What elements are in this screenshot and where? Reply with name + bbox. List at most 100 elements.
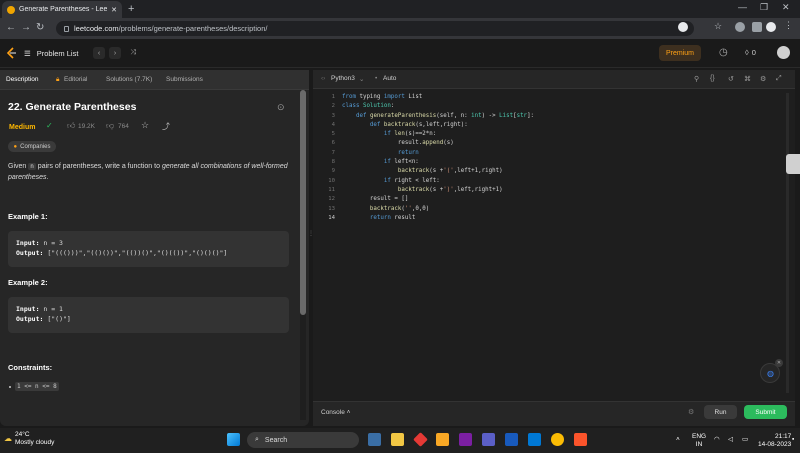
minimize-icon[interactable]: — (738, 2, 747, 12)
sidepanel-icon[interactable] (752, 22, 762, 32)
console-toggle[interactable]: Console ˄ (321, 409, 350, 416)
streak-counter[interactable]: ◊ 0 (745, 48, 756, 57)
menu-dots-icon[interactable]: ⋮ (784, 20, 794, 30)
brave-icon[interactable] (574, 433, 587, 446)
language-indicator[interactable]: ENG IN (692, 433, 706, 449)
extensions-icon[interactable] (735, 22, 745, 32)
companies-tag[interactable]: ● Companies (8, 141, 56, 152)
forward-icon[interactable]: → (21, 22, 31, 33)
output-label: Output: (16, 249, 44, 257)
scrollbar-thumb[interactable] (300, 90, 306, 315)
weather-widget[interactable]: ☁ 24°C Mostly cloudy (4, 431, 54, 447)
favorite-star-icon[interactable]: ☆ (141, 120, 149, 131)
side-notes-tab[interactable] (786, 154, 800, 174)
lang-secondary: IN (695, 441, 703, 448)
output-value: ["((()))","(()())","(())()","()(())","()… (47, 249, 228, 257)
avatar[interactable] (777, 46, 790, 59)
code-line: if right < left: (383, 177, 440, 184)
browser-tab[interactable]: Generate Parentheses - LeetCode ✕ (2, 1, 122, 18)
close-window-icon[interactable]: ✕ (782, 2, 790, 13)
shortcuts-icon[interactable]: ⌘ (744, 75, 751, 83)
input-label: Input: (16, 305, 40, 313)
wifi-icon[interactable]: ◠ (714, 436, 720, 444)
auto-bullet-icon: • (375, 75, 378, 82)
share-icon[interactable]: ⤴ (162, 121, 170, 132)
google-lens-icon[interactable] (678, 22, 688, 32)
notification-icon[interactable]: ▪ (792, 436, 794, 444)
constraint-code: 1 <= n <= 8 (15, 382, 59, 391)
tab-submissions[interactable]: Submissions (166, 76, 203, 83)
line-number: 9 (331, 168, 335, 175)
code-line: class Solution: (342, 103, 395, 110)
teams-icon[interactable] (482, 433, 495, 446)
store-icon[interactable] (459, 433, 472, 446)
solved-check-icon: ✓ (46, 121, 53, 130)
bookmark-icon[interactable]: ⚲ (694, 75, 699, 83)
vscode-icon[interactable] (528, 433, 541, 446)
word-icon[interactable] (505, 433, 518, 446)
tab-editorial[interactable]: Editorial (64, 76, 87, 83)
tray-chevron-icon[interactable]: ˄ (676, 436, 680, 444)
temperature: 24°C (15, 431, 30, 438)
lock-icon (64, 25, 69, 32)
code-line: def generateParenthesis(self, n: int) ->… (355, 112, 535, 119)
battery-icon[interactable]: ▭ (742, 436, 748, 444)
premium-button[interactable]: Premium (659, 45, 701, 61)
reset-icon[interactable]: ↺ (728, 75, 734, 83)
volume-icon[interactable]: ◁ (728, 436, 733, 444)
output-label: Output: (16, 315, 44, 323)
line-number: 1 (331, 94, 335, 100)
line-number: 5 (331, 131, 335, 138)
chrome-icon[interactable] (551, 433, 564, 446)
run-button[interactable]: Run (704, 405, 737, 419)
file-explorer-icon[interactable] (391, 433, 404, 446)
problem-list-link[interactable]: ☰ Problem List (24, 49, 78, 58)
editor-scrollbar[interactable] (786, 93, 789, 393)
auto-mode-label[interactable]: Auto (383, 75, 396, 82)
tab-description[interactable]: Description (6, 76, 39, 83)
code-line: def backtrack(s,left,right): (369, 121, 468, 128)
maximize-icon[interactable]: ❐ (760, 2, 768, 13)
leetcode-logo-icon[interactable] (6, 47, 17, 60)
profile-icon[interactable] (766, 22, 776, 32)
clock[interactable]: 21:17 14-08-2023 (758, 433, 791, 449)
close-chat-icon[interactable]: ✕ (775, 359, 783, 367)
desc-text: Given (8, 163, 29, 170)
code-line: from typing import List (342, 94, 423, 100)
bookmark-star-icon[interactable]: ☆ (714, 21, 724, 31)
close-tab-icon[interactable]: ✕ (111, 6, 117, 14)
dislike-icon[interactable]: 👎︎ (106, 121, 114, 131)
back-icon[interactable]: ← (6, 22, 16, 33)
new-tab-button[interactable]: + (128, 3, 134, 15)
like-icon[interactable]: 👍︎ (67, 121, 75, 131)
timer-icon[interactable]: ◷ (719, 47, 728, 58)
time: 21:17 (774, 433, 792, 440)
taskbar-search[interactable]: ⌕ Search (247, 432, 359, 448)
lock-icon: ● (13, 143, 18, 150)
next-problem-button[interactable]: › (109, 47, 121, 59)
line-number: 7 (331, 149, 335, 156)
submit-button[interactable]: Submit (744, 405, 787, 419)
code-area[interactable]: from typing import List class Solution: d… (342, 93, 534, 223)
shuffle-icon[interactable]: ⤨ (127, 47, 139, 59)
settings-icon[interactable]: ⚙ (688, 408, 694, 416)
line-number: 12 (328, 196, 335, 203)
braces-icon[interactable]: {} (710, 75, 715, 82)
fullscreen-icon[interactable]: ⤢ (776, 75, 782, 83)
console-label: Console (321, 409, 345, 416)
fire-icon: ◊ (745, 48, 749, 57)
prev-problem-button[interactable]: ‹ (93, 47, 105, 59)
input-value: n = 1 (43, 305, 63, 313)
description-scrollbar[interactable] (300, 90, 306, 420)
tab-solutions[interactable]: Solutions (7.7K) (106, 76, 152, 83)
code-line: backtrack(s +'(',left+1,right) (397, 168, 503, 175)
constraints-heading: Constraints: (8, 363, 53, 372)
windows-start-icon[interactable] (227, 433, 240, 446)
url-bar[interactable]: leetcode.com/problems/generate-parenthes… (56, 21, 694, 36)
task-view-icon[interactable] (368, 433, 381, 446)
settings-icon[interactable]: ⚙ (760, 75, 766, 83)
reload-icon[interactable]: ↻ (36, 22, 44, 33)
language-select[interactable]: Python3 (331, 75, 355, 82)
more-options-icon[interactable]: ⊙ (277, 102, 285, 113)
sticky-notes-icon[interactable] (436, 433, 449, 446)
